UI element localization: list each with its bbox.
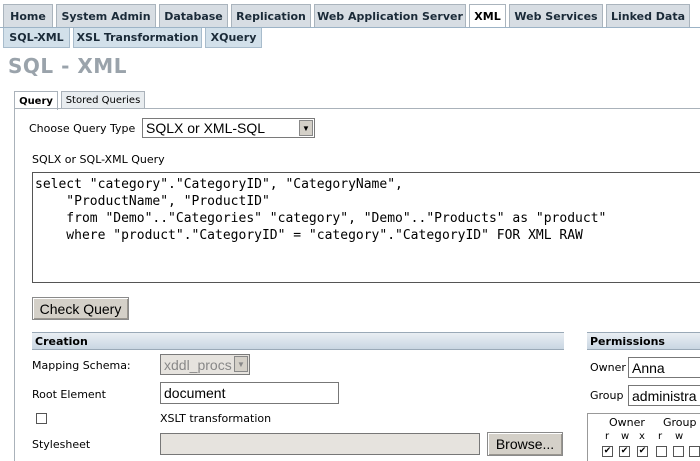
owner-input[interactable]: Anna [628, 357, 700, 378]
query-textarea[interactable]: select "category"."CategoryID", "Categor… [32, 172, 700, 283]
perm-group-w-label: w [675, 431, 684, 442]
perm-group-w-checkbox[interactable] [673, 446, 684, 457]
group-column-label: Group [663, 416, 697, 429]
tab-linked-data[interactable]: Linked Data [606, 4, 690, 28]
creation-header: Creation [32, 332, 564, 350]
root-element-input[interactable]: document [160, 382, 339, 404]
xslt-checkbox[interactable] [36, 413, 47, 424]
perm-group-r-checkbox[interactable] [656, 446, 667, 457]
mapping-schema-value: xddl_procs [164, 356, 232, 373]
tab-xquery[interactable]: XQuery [205, 28, 262, 48]
perm-owner-r-checkbox[interactable]: ✔ [602, 446, 613, 457]
owner-label: Owner [590, 361, 626, 374]
perm-owner-x-checkbox[interactable]: ✔ [637, 446, 648, 457]
tab-database[interactable]: Database [159, 4, 228, 28]
check-query-button[interactable]: Check Query [32, 297, 129, 320]
perm-owner-w-label: w [621, 431, 630, 442]
group-label: Group [590, 389, 624, 402]
mapping-schema-select[interactable]: xddl_procs ▼ [160, 354, 250, 375]
perm-owner-w-checkbox[interactable]: ✔ [619, 446, 630, 457]
query-type-value: SQLX or XML-SQL [146, 120, 266, 136]
query-line: from "Demo".."Categories" "category", "D… [35, 211, 607, 226]
perm-group-x-checkbox[interactable] [689, 446, 700, 457]
chevron-down-icon: ▼ [299, 120, 313, 136]
tab-system-admin[interactable]: System Admin [56, 4, 156, 28]
tab-web-services[interactable]: Web Services [509, 4, 603, 28]
mapping-schema-label: Mapping Schema: [32, 359, 131, 372]
main-tab-bar: Home System Admin Database Replication W… [0, 4, 700, 28]
query-line: select "category"."CategoryID", "Categor… [35, 177, 403, 192]
tab-web-application-server[interactable]: Web Application Server [314, 4, 466, 28]
query-label: SQLX or SQL-XML Query [32, 153, 165, 166]
tab-replication[interactable]: Replication [231, 4, 311, 28]
tab-xml[interactable]: XML [469, 4, 506, 28]
browse-button[interactable]: Browse... [487, 432, 563, 456]
perm-owner-x-label: x [639, 431, 645, 442]
perm-owner-r-label: r [605, 431, 610, 442]
tab-stored-queries[interactable]: Stored Queries [61, 91, 145, 109]
group-input[interactable]: administra [628, 385, 700, 406]
root-element-label: Root Element [32, 388, 106, 401]
stylesheet-input[interactable] [160, 433, 480, 455]
page-title: SQL - XML [8, 54, 127, 78]
sub-tab-bar: SQL-XML XSL Transformation XQuery [0, 27, 700, 48]
query-type-select[interactable]: SQLX or XML-SQL ▼ [142, 118, 315, 138]
perm-group-r-label: r [658, 431, 663, 442]
stylesheet-label: Stylesheet [32, 438, 91, 451]
tab-xsl-transformation[interactable]: XSL Transformation [73, 28, 202, 48]
xslt-label: XSLT transformation [160, 412, 272, 425]
tab-sql-xml[interactable]: SQL-XML [3, 28, 70, 48]
permissions-header: Permissions [587, 332, 700, 350]
query-line: where "product"."CategoryID" = "category… [35, 228, 583, 243]
query-type-label: Choose Query Type [29, 122, 136, 135]
query-line: "ProductName", "ProductID" [35, 194, 270, 209]
chevron-down-icon: ▼ [234, 356, 248, 372]
tab-home[interactable]: Home [3, 4, 53, 28]
owner-column-label: Owner [609, 416, 645, 429]
